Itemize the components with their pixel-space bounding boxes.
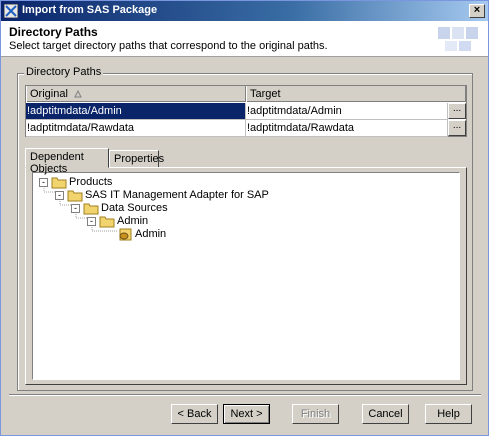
- table-row[interactable]: !adptitmdata/Rawdata !adptitmdata/Rawdat…: [26, 120, 466, 137]
- data-library-icon: [119, 228, 132, 241]
- folder-icon: [51, 177, 67, 189]
- window-title: Import from SAS Package: [22, 4, 158, 16]
- back-button[interactable]: < Back: [171, 404, 218, 424]
- tab-panel: - Products - SAS IT Management Adapter f…: [25, 167, 467, 385]
- wizard-header: Directory Paths Select target directory …: [1, 21, 488, 57]
- table-row[interactable]: !adptitmdata/Admin !adptitmdata/Admin ..…: [26, 103, 466, 120]
- button-divider: [9, 394, 481, 396]
- folder-icon: [99, 216, 115, 228]
- browse-button[interactable]: ...: [448, 120, 466, 136]
- import-dialog: Import from SAS Package × Directory Path…: [0, 0, 489, 436]
- title-bar[interactable]: Import from SAS Package ×: [1, 1, 488, 21]
- column-header-original[interactable]: Original: [26, 86, 246, 102]
- collapse-toggle[interactable]: -: [87, 217, 96, 226]
- cancel-button[interactable]: Cancel: [362, 404, 409, 424]
- dependency-tree[interactable]: - Products - SAS IT Management Adapter f…: [32, 172, 460, 380]
- tree-node-label: SAS IT Management Adapter for SAP: [85, 189, 269, 201]
- folder-icon: [83, 203, 99, 215]
- page-subtitle: Select target directory paths that corre…: [9, 40, 328, 52]
- column-label: Target: [250, 88, 281, 100]
- sort-ascending-icon: [74, 90, 82, 98]
- paths-table: Original Target !adptitmdata/Admin !adpt…: [25, 85, 467, 137]
- folder-icon: [67, 190, 83, 202]
- target-cell[interactable]: !adptitmdata/Admin: [246, 103, 448, 120]
- tree-node-label: Admin: [117, 215, 149, 227]
- next-button[interactable]: Next >: [223, 404, 270, 424]
- help-button[interactable]: Help: [425, 404, 472, 424]
- finish-button[interactable]: Finish: [292, 404, 339, 424]
- tab-properties[interactable]: Properties: [109, 150, 164, 168]
- original-cell[interactable]: !adptitmdata/Admin: [26, 103, 246, 120]
- column-label: Original: [30, 88, 68, 100]
- header-decoration-icon: [438, 27, 478, 51]
- original-cell[interactable]: !adptitmdata/Rawdata: [26, 120, 246, 137]
- collapse-toggle[interactable]: -: [71, 204, 80, 213]
- tree-node-label: Products: [69, 176, 113, 188]
- table-header: Original Target: [26, 86, 466, 102]
- group-legend: Directory Paths: [24, 66, 104, 78]
- tab-dependent-objects[interactable]: Dependent Objects: [25, 148, 109, 175]
- page-title: Directory Paths: [9, 25, 98, 39]
- tree-node-label: Admin: [135, 228, 167, 240]
- browse-button[interactable]: ...: [448, 103, 466, 119]
- column-header-target[interactable]: Target: [246, 86, 466, 102]
- tree-node-label: Data Sources: [101, 202, 168, 214]
- app-icon: [4, 4, 18, 18]
- collapse-toggle[interactable]: -: [55, 191, 64, 200]
- close-icon: ×: [473, 4, 481, 16]
- target-cell[interactable]: !adptitmdata/Rawdata: [246, 120, 448, 137]
- collapse-toggle[interactable]: -: [39, 178, 48, 187]
- close-button[interactable]: ×: [469, 4, 485, 18]
